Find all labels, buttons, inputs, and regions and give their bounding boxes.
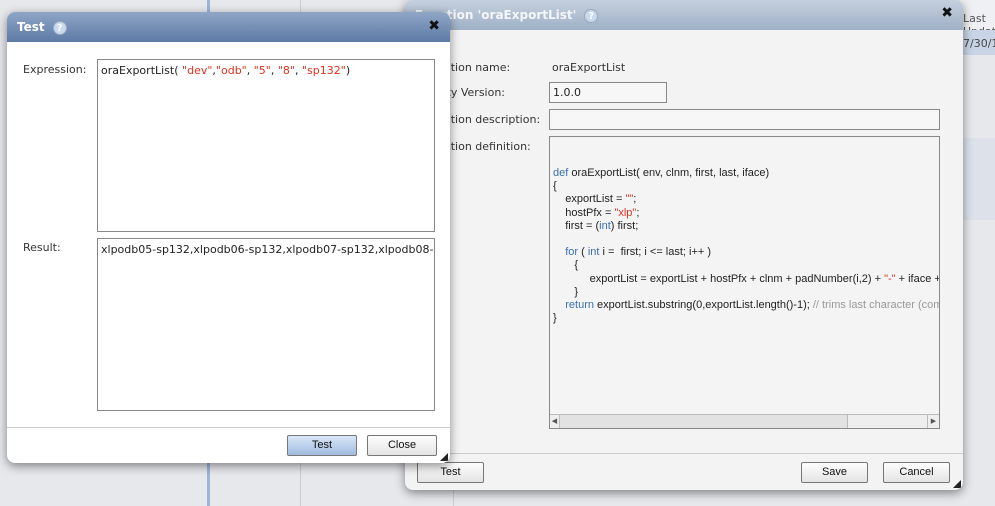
footer-divider xyxy=(405,453,963,454)
scroll-right-icon[interactable]: ▶ xyxy=(927,415,939,428)
description-input[interactable] xyxy=(549,109,940,130)
save-button[interactable]: Save xyxy=(801,462,868,483)
cancel-button[interactable]: Cancel xyxy=(883,462,950,483)
resize-grip-icon[interactable] xyxy=(440,453,448,461)
expression-input[interactable]: oraExportList( "dev","odb", "5", "8", "s… xyxy=(97,59,435,232)
resize-grip-icon[interactable] xyxy=(953,480,961,488)
scrollbar-thumb[interactable] xyxy=(560,415,848,428)
function-test-button[interactable]: Test xyxy=(417,462,484,483)
dialog-title: Test xyxy=(17,20,45,34)
horizontal-scrollbar[interactable]: ◀ ▶ xyxy=(550,414,939,428)
expression-label: Expression: xyxy=(23,63,87,76)
result-output[interactable]: xlpodb05-sp132,xlpodb06-sp132,xlpodb07-s… xyxy=(97,238,435,411)
function-dialog: Function 'oraExportList'? ✖ Function nam… xyxy=(405,0,963,490)
close-icon[interactable]: ✖ xyxy=(428,18,440,34)
scroll-left-icon[interactable]: ◀ xyxy=(550,415,560,428)
code-content: def oraExportList( env, clnm, first, las… xyxy=(553,167,939,325)
function-name-value: oraExportList xyxy=(552,61,626,74)
close-icon[interactable]: ✖ xyxy=(941,5,953,21)
help-icon[interactable]: ? xyxy=(52,21,67,35)
bg-cell: 7/30/1 xyxy=(963,37,995,50)
footer-divider xyxy=(7,427,450,428)
test-dialog: Test? ✖ Expression: oraExportList( "dev"… xyxy=(7,12,450,463)
help-icon[interactable]: ? xyxy=(584,9,599,23)
result-label: Result: xyxy=(23,241,61,254)
close-button[interactable]: Close xyxy=(367,435,437,456)
definition-editor[interactable]: def oraExportList( env, clnm, first, las… xyxy=(549,136,940,429)
bg-row xyxy=(960,138,995,220)
version-input[interactable]: 1.0.0 xyxy=(549,82,667,103)
test-dialog-header: Test? ✖ xyxy=(7,12,450,42)
test-button[interactable]: Test xyxy=(287,435,357,456)
function-dialog-header: Function 'oraExportList'? ✖ xyxy=(405,0,963,30)
